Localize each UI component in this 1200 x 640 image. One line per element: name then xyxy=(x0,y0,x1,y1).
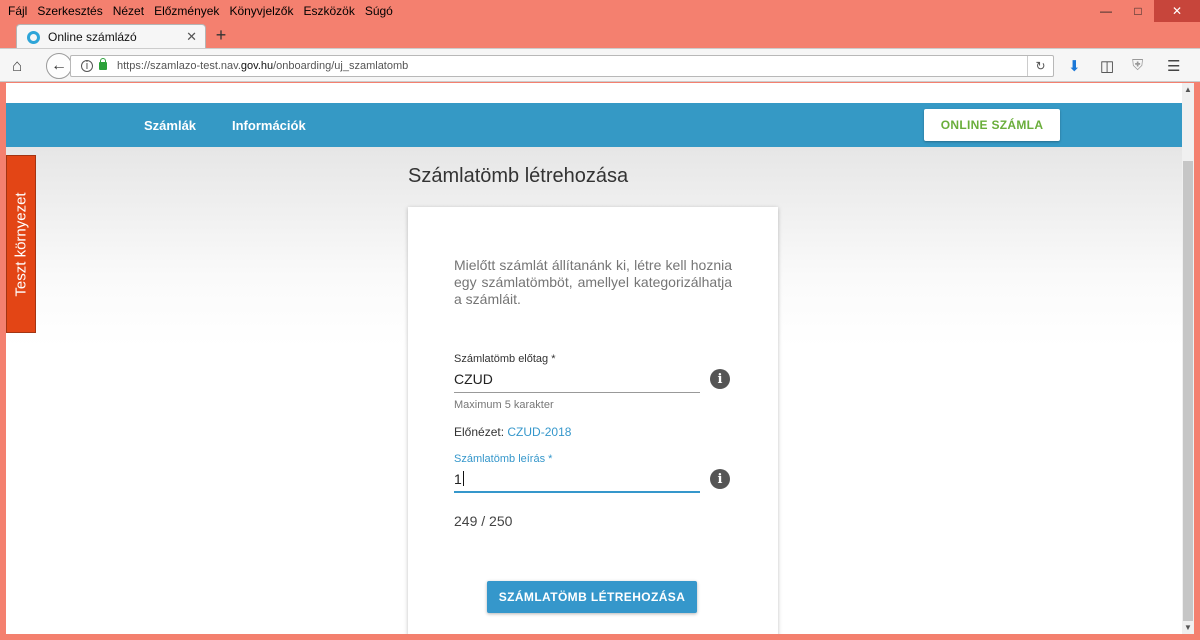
url-prefix: https://szamlazo-test.nav. xyxy=(117,60,241,72)
new-tab-icon[interactable]: + xyxy=(212,25,230,46)
test-environment-label: Teszt környezet xyxy=(12,191,30,297)
menu-bookmarks[interactable]: Könyvjelzők xyxy=(229,4,293,18)
maximize-icon[interactable]: □ xyxy=(1122,0,1154,22)
page-title: Számlatömb létrehozása xyxy=(408,165,629,187)
description-label: Számlatömb leírás * xyxy=(454,453,553,465)
url-path: /onboarding/uj_szamlatomb xyxy=(273,60,409,72)
intro-text: Mielőtt számlát állítanánk ki, létre kel… xyxy=(454,257,732,307)
reload-icon[interactable]: ↻ xyxy=(1027,56,1053,76)
preview-label: Előnézet: xyxy=(454,425,505,439)
scroll-up-icon[interactable]: ▲ xyxy=(1184,85,1192,94)
prefix-info-icon[interactable]: i xyxy=(710,369,730,389)
test-environment-badge: Teszt környezet xyxy=(6,155,36,333)
menu-file[interactable]: Fájl xyxy=(8,4,27,18)
description-input[interactable]: 1 xyxy=(454,471,700,493)
prefix-hint: Maximum 5 karakter xyxy=(454,399,554,411)
char-counter: 249 / 250 xyxy=(454,513,513,529)
minimize-icon[interactable]: — xyxy=(1090,0,1122,22)
close-window-icon[interactable]: ✕ xyxy=(1154,0,1200,22)
menu-tools[interactable]: Eszközök xyxy=(303,4,354,18)
tab-strip: Online számlázó ✕ + xyxy=(0,22,1200,49)
sidebar-icon[interactable]: ◫ xyxy=(1100,57,1114,75)
url-bar[interactable]: i https://szamlazo-test.nav.gov.hu/onboa… xyxy=(70,55,1054,77)
shield-icon[interactable]: ⛨ xyxy=(1132,57,1143,74)
nav-link-info[interactable]: Információk xyxy=(232,118,306,133)
url-text: https://szamlazo-test.nav.gov.hu/onboard… xyxy=(117,60,408,72)
browser-window: Fájl Szerkesztés Nézet Előzmények Könyvj… xyxy=(0,0,1200,640)
menu-edit[interactable]: Szerkesztés xyxy=(37,4,102,18)
prefix-input[interactable]: CZUD xyxy=(454,371,700,393)
browser-tab[interactable]: Online számlázó ✕ xyxy=(16,24,206,49)
scroll-down-icon[interactable]: ▼ xyxy=(1184,623,1192,632)
site-info-icon[interactable]: i xyxy=(81,60,93,72)
home-icon[interactable]: ⌂ xyxy=(12,56,22,76)
online-invoice-button[interactable]: ONLINE SZÁMLA xyxy=(924,109,1060,141)
menu-history[interactable]: Előzmények xyxy=(154,4,219,18)
app-navbar: Számlák Információk ONLINE SZÁMLA xyxy=(6,103,1182,147)
description-value: 1 xyxy=(454,471,462,487)
nav-toolbar: ⌂ ← i https://szamlazo-test.nav.gov.hu/o… xyxy=(0,48,1200,82)
preview-value: CZUD-2018 xyxy=(507,425,572,439)
menu-view[interactable]: Nézet xyxy=(113,4,144,18)
description-info-icon[interactable]: i xyxy=(710,469,730,489)
tab-title: Online számlázó xyxy=(48,30,137,44)
downloads-icon[interactable]: ⬇ xyxy=(1068,57,1081,75)
page-viewport: Számlák Információk ONLINE SZÁMLA Számla… xyxy=(6,83,1182,634)
prefix-label: Számlatömb előtag * xyxy=(454,353,556,365)
close-tab-icon[interactable]: ✕ xyxy=(186,29,197,45)
scrollbar-thumb[interactable] xyxy=(1183,161,1193,621)
nav-link-invoices[interactable]: Számlák xyxy=(144,118,196,133)
create-invoice-block-button[interactable]: SZÁMLATÖMB LÉTREHOZÁSA xyxy=(487,581,697,613)
text-caret xyxy=(462,471,464,486)
window-controls: — □ ✕ xyxy=(1090,0,1200,22)
menu-bar: Fájl Szerkesztés Nézet Előzmények Könyvj… xyxy=(0,0,1200,22)
preview-text: Előnézet: CZUD-2018 xyxy=(454,425,571,439)
menu-help[interactable]: Súgó xyxy=(365,4,393,18)
favicon-icon xyxy=(27,30,40,44)
back-icon[interactable]: ← xyxy=(46,53,72,79)
lock-icon xyxy=(99,58,107,70)
hamburger-menu-icon[interactable]: ☰ xyxy=(1167,57,1180,75)
page-scrollbar[interactable]: ▲ ▼ xyxy=(1182,83,1194,634)
form-card: Mielőtt számlát állítanánk ki, létre kel… xyxy=(408,207,778,634)
url-domain: gov.hu xyxy=(240,60,274,72)
